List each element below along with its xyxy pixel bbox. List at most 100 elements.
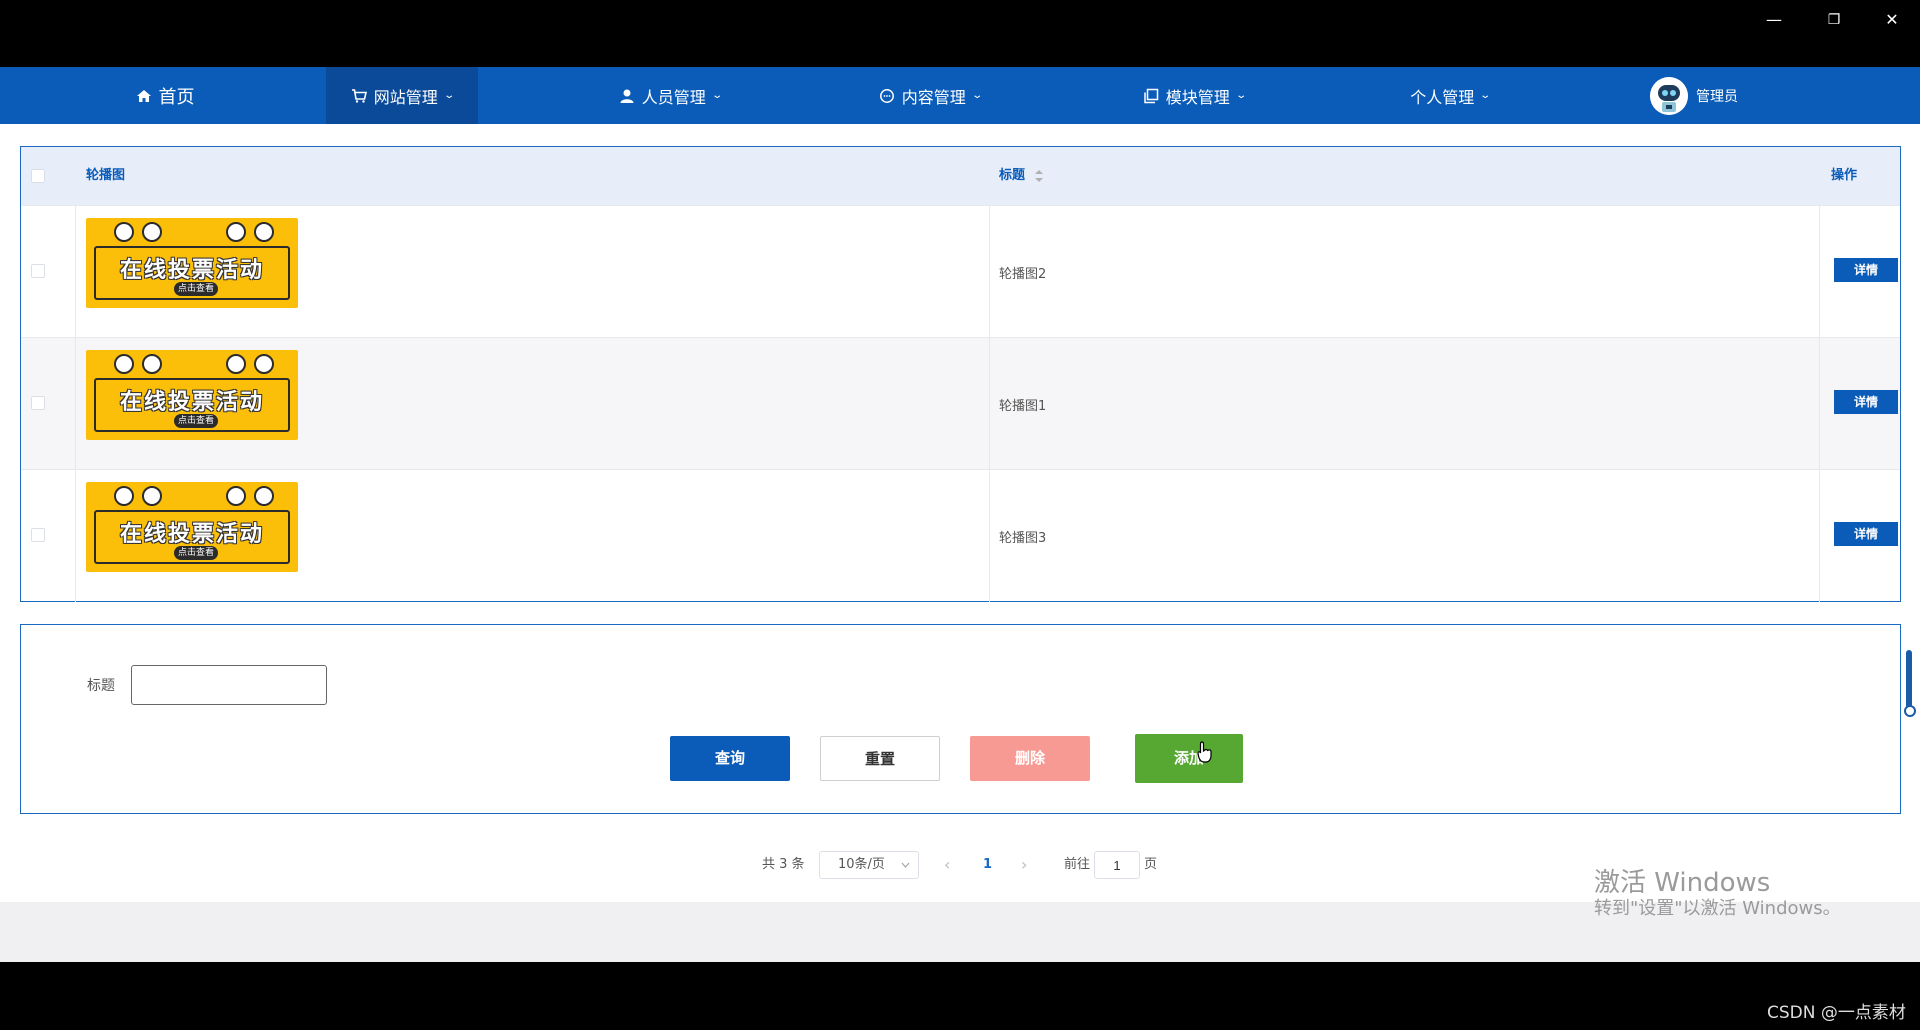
chevron-down-icon: ⌄ (443, 90, 455, 101)
banner-face (114, 486, 134, 506)
row-title: 轮播图3 (999, 531, 1047, 546)
copy-icon (1144, 88, 1159, 103)
table-row: 在线投票活动 点击查看 轮播图1 详情 (21, 337, 1900, 469)
page-size-select[interactable]: 10条/页 (819, 851, 919, 879)
banner-box: 在线投票活动 点击查看 (94, 246, 290, 300)
page-number-current[interactable]: 1 (983, 851, 992, 879)
row-checkbox[interactable] (31, 528, 45, 542)
column-divider (1819, 205, 1820, 602)
banner-button: 点击查看 (174, 282, 218, 296)
banner-button: 点击查看 (174, 414, 218, 428)
user-menu[interactable]: 管理员 (1650, 77, 1738, 115)
minimize-button[interactable]: — (1754, 8, 1794, 32)
banner-thumbnail: 在线投票活动 点击查看 (86, 218, 298, 308)
chevron-down-icon: ⌄ (1235, 90, 1247, 101)
top-navbar: 首页 网站管理 ⌄ 人员管理 ⌄ 内容管理 ⌄ 模块管理 ⌄ 个人管理 ⌄ 管理… (0, 67, 1920, 124)
scrollbar-handle[interactable] (1904, 705, 1916, 717)
goto-page-input[interactable] (1094, 851, 1140, 879)
row-title: 轮播图2 (999, 267, 1047, 282)
banner-face (142, 222, 162, 242)
table-row: 在线投票活动 点击查看 轮播图2 详情 (21, 205, 1900, 337)
restore-button[interactable]: ❐ (1814, 8, 1854, 32)
column-header-title-label: 标题 (999, 168, 1026, 183)
hand-cursor-icon (1197, 741, 1212, 763)
nav-content-management[interactable]: 内容管理 ⌄ (850, 67, 1010, 124)
bottom-bar (0, 962, 1920, 1030)
nav-website-management[interactable]: 网站管理 ⌄ (326, 67, 478, 124)
nav-staff-management-label: 人员管理 (641, 87, 706, 107)
nav-personal-management-label: 个人管理 (1410, 87, 1475, 107)
add-button[interactable]: 添加 (1135, 734, 1243, 783)
banner-thumbnail: 在线投票活动 点击查看 (86, 350, 298, 440)
sort-icon[interactable] (1034, 169, 1044, 183)
robot-avatar-icon (1650, 77, 1688, 115)
banner-box: 在线投票活动 点击查看 (94, 378, 290, 432)
banner-table: 轮播图 标题 操作 在线投票活动 点击查看 轮播图2 详情 在线投票活动 点击查… (20, 146, 1901, 602)
banner-face (226, 486, 246, 506)
table-header: 轮播图 标题 操作 (21, 147, 1900, 205)
window-titlebar: — ❐ ✕ (0, 0, 1920, 67)
select-all-checkbox[interactable] (31, 169, 45, 183)
column-divider (75, 205, 76, 602)
close-button[interactable]: ✕ (1872, 8, 1912, 32)
banner-text: 在线投票活动 (119, 390, 264, 415)
page-size-value: 10条/页 (838, 857, 885, 872)
banner-face (114, 222, 134, 242)
detail-button[interactable]: 详情 (1834, 522, 1898, 546)
nav-module-management-label: 模块管理 (1165, 87, 1230, 107)
chat-icon (879, 88, 894, 103)
search-panel: 标题 查询 重置 删除 添加 (20, 624, 1901, 814)
column-header-action: 操作 (1831, 168, 1858, 183)
banner-box: 在线投票活动 点击查看 (94, 510, 290, 564)
user-name: 管理员 (1696, 89, 1738, 105)
banner-face (142, 354, 162, 374)
banner-face (254, 354, 274, 374)
nav-personal-management[interactable]: 个人管理 ⌄ (1370, 67, 1530, 124)
reset-button[interactable]: 重置 (820, 736, 940, 781)
banner-face (226, 222, 246, 242)
nav-website-management-label: 网站管理 (373, 87, 438, 107)
row-checkbox[interactable] (31, 396, 45, 410)
nav-staff-management[interactable]: 人员管理 ⌄ (590, 67, 750, 124)
banner-face (254, 222, 274, 242)
banner-face (254, 486, 274, 506)
query-button[interactable]: 查询 (670, 736, 790, 781)
banner-face (142, 486, 162, 506)
next-page-button[interactable]: › (1021, 851, 1027, 879)
column-divider (989, 205, 990, 602)
delete-button[interactable]: 删除 (970, 736, 1090, 781)
home-icon (136, 89, 151, 102)
csdn-credit: CSDN @一点素材 (1767, 1003, 1906, 1023)
banner-thumbnail: 在线投票活动 点击查看 (86, 482, 298, 572)
title-search-input[interactable] (131, 665, 327, 705)
chevron-down-icon: ⌄ (1479, 90, 1492, 101)
nav-home[interactable]: 首页 (90, 67, 240, 124)
nav-content-management-label: 内容管理 (901, 87, 966, 107)
windows-activation-hint: 转到"设置"以激活 Windows。 (1594, 898, 1841, 919)
chevron-down-icon: ⌄ (711, 90, 723, 101)
detail-button[interactable]: 详情 (1834, 258, 1898, 282)
column-header-title[interactable]: 标题 (999, 147, 1044, 205)
prev-page-button[interactable]: ‹ (944, 851, 950, 879)
banner-text: 在线投票活动 (119, 522, 264, 547)
banner-face (114, 354, 134, 374)
user-icon (620, 89, 634, 103)
column-header-image: 轮播图 (86, 168, 126, 183)
cart-icon (351, 88, 367, 103)
detail-button[interactable]: 详情 (1834, 390, 1898, 414)
nav-module-management[interactable]: 模块管理 ⌄ (1114, 67, 1274, 124)
pagination-total: 共 3 条 (762, 857, 805, 872)
row-checkbox[interactable] (31, 264, 45, 278)
page-suffix-label: 页 (1144, 857, 1158, 872)
title-search-label: 标题 (87, 678, 115, 694)
row-title: 轮播图1 (999, 399, 1047, 414)
banner-button: 点击查看 (174, 546, 218, 560)
banner-face (226, 354, 246, 374)
table-row: 在线投票活动 点击查看 轮播图3 详情 (21, 469, 1900, 601)
goto-label: 前往 (1064, 857, 1091, 872)
avatar (1650, 77, 1688, 115)
main-content: 轮播图 标题 操作 在线投票活动 点击查看 轮播图2 详情 在线投票活动 点击查… (0, 124, 1920, 902)
chevron-down-icon: ⌄ (971, 90, 983, 101)
banner-text: 在线投票活动 (119, 258, 264, 283)
chevron-down-icon (901, 862, 910, 868)
